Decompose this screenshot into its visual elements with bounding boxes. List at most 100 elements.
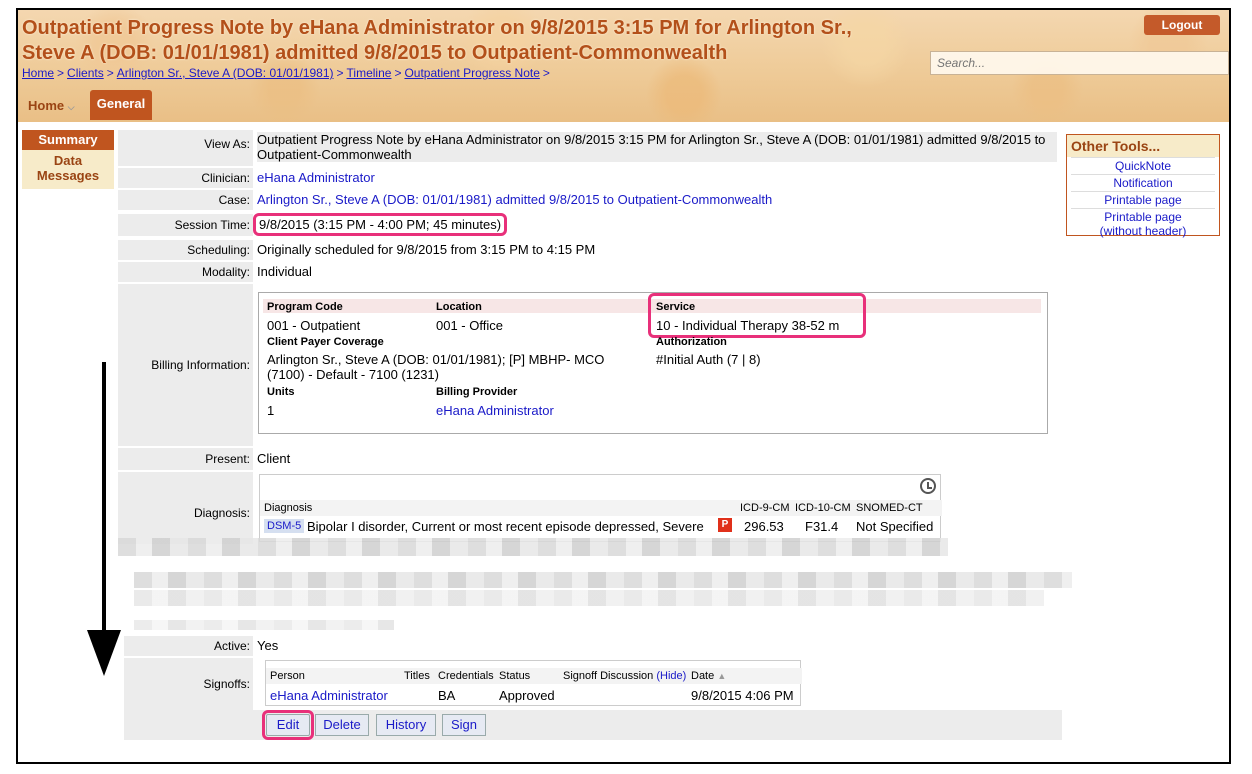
discussion-header-label: Signoff Discussion [563,670,654,682]
view-as-label: View As: [118,130,253,166]
hide-discussion-link[interactable]: (Hide) [656,670,686,682]
notification-link[interactable]: Notification [1071,174,1215,191]
annotation-arrow-head [87,630,121,676]
other-tools-title: Other Tools... [1067,135,1219,157]
service-value: 10 - Individual Therapy 38-52 m [656,318,840,333]
present-label: Present: [118,448,253,470]
units-header: Units [267,386,295,398]
sub-navigation: Summary Data Messages [22,130,114,189]
clinician-link[interactable]: eHana Administrator [257,170,375,185]
session-time-value: 9/8/2015 (3:15 PM - 4:00 PM; 45 minutes) [252,213,508,236]
active-value: Yes [257,638,279,653]
modality-label: Modality: [118,262,253,282]
date-header-label: Date [691,670,715,682]
breadcrumb-client[interactable]: Arlington Sr., Steve A (DOB: 01/01/1981) [117,66,334,80]
blurred-content [134,590,1044,606]
snomed-value: Not Specified [856,519,934,534]
diagnosis-col-header: Diagnosis [264,502,313,514]
session-time-row: Session Time: 9/8/2015 (3:15 PM - 4:00 P… [118,213,1062,236]
printable-page-no-header-sub: (without header) [1099,224,1187,238]
primary-badge: P [718,518,732,532]
breadcrumb: Home > Clients > Arlington Sr., Steve A (DOB… [22,66,550,80]
signoff-status: Approved [499,688,555,703]
nav-general-tab[interactable]: General [90,90,152,120]
history-button[interactable]: History [376,714,436,736]
search-input[interactable] [930,51,1229,75]
breadcrumb-home[interactable]: Home [22,66,54,80]
history-icon[interactable] [920,478,936,494]
program-code-value: 001 - Outpatient [267,318,361,333]
snomed-col-header: SNOMED-CT [856,502,923,514]
breadcrumb-timeline[interactable]: Timeline [347,66,392,80]
diagnosis-label: Diagnosis: [118,472,253,544]
status-col-header: Status [499,670,531,682]
person-col-header: Person [270,670,305,682]
page-header: Outpatient Progress Note by eHana Admini… [18,10,1229,122]
case-link[interactable]: Arlington Sr., Steve A (DOB: 01/01/1981)… [257,192,772,207]
breadcrumb-clients[interactable]: Clients [67,66,104,80]
date-col-header[interactable]: Date ▲ [691,670,726,682]
page-title-line1: Outpatient Progress Note by eHana Admini… [22,17,852,39]
billing-provider-header: Billing Provider [436,386,518,398]
blurred-content [118,538,948,556]
nav-home-menu[interactable]: Home ⌵ [22,94,81,118]
active-label: Active: [124,636,253,656]
blurred-content [134,620,394,630]
payer-value: Arlington Sr., Steve A (DOB: 01/01/1981)… [267,352,605,382]
icd10-col-header: ICD-10-CM [795,502,851,514]
breadcrumb-note[interactable]: Outpatient Progress Note [404,66,539,80]
printable-page-link[interactable]: Printable page [1071,191,1215,208]
location-header: Location [436,301,482,313]
active-row: Active: Yes [124,636,1062,656]
delete-button[interactable]: Delete [315,714,369,736]
icd10-value: F31.4 [805,519,839,534]
diagnosis-table: Diagnosis ICD-9-CM ICD-10-CM SNOMED-CT D… [259,474,942,542]
printable-page-no-header-link[interactable]: Printable page (without header) [1071,208,1215,239]
present-row: Present: Client [118,448,1062,470]
signoffs-table: Person Titles Credentials Status Signoff… [265,660,802,706]
service-highlight: Service 10 - Individual Therapy 38-52 m [648,293,866,338]
app-window: Outpatient Progress Note by eHana Admini… [16,8,1231,764]
icd9-col-header: ICD-9-CM [740,502,790,514]
scheduling-label: Scheduling: [118,240,253,260]
subnav-summary[interactable]: Summary [22,130,114,150]
quicknote-link[interactable]: QuickNote [1071,157,1215,174]
clinician-label: Clinician: [118,168,253,188]
page-title: Outpatient Progress Note by eHana Admini… [22,16,922,66]
dsm5-tag: DSM-5 [264,519,305,533]
present-value: Client [257,451,291,466]
signoff-credentials: BA [438,688,456,703]
diagnosis-name: Bipolar I disorder, Current or most rece… [307,519,704,534]
annotation-arrow [102,362,106,637]
subnav-data-messages[interactable]: Data Messages [33,150,103,183]
icd9-value: 296.53 [744,519,784,534]
sign-button[interactable]: Sign [442,714,486,736]
signoff-date: 9/8/2015 4:06 PM [691,688,794,703]
billing-label: Billing Information: [118,284,253,446]
logout-button[interactable]: Logout [1144,15,1220,35]
billing-table: Program Code 001 - Outpatient Location 0… [258,292,1048,434]
clinician-row: Clinician: eHana Administrator [118,168,1062,188]
view-as-value: Outpatient Progress Note by eHana Admini… [257,132,1057,162]
view-as-row: View As: Outpatient Progress Note by eHa… [118,130,1062,166]
blurred-content [134,572,1072,588]
page-title-line2: Steve A (DOB: 01/01/1981) admitted 9/8/2… [22,42,728,64]
authorization-value: #Initial Auth (7 | 8) [656,352,761,367]
edit-button[interactable]: Edit [262,710,314,740]
location-value: 001 - Office [436,318,503,333]
discussion-col-header: Signoff Discussion (Hide) [563,670,686,682]
modality-row: Modality: Individual [118,262,1062,282]
titles-col-header: Titles [404,670,430,682]
scheduling-value: Originally scheduled for 9/8/2015 from 3… [257,242,596,257]
nav-home-label: Home [28,98,65,113]
case-row: Case: Arlington Sr., Steve A (DOB: 01/01… [118,190,1062,210]
case-label: Case: [118,190,253,210]
credentials-col-header: Credentials [438,670,494,682]
service-header: Service [656,301,696,313]
signoff-person-link[interactable]: eHana Administrator [270,688,388,703]
signoffs-label: Signoffs: [124,658,253,710]
billing-provider-link[interactable]: eHana Administrator [436,403,554,418]
payer-header: Client Payer Coverage [267,336,384,348]
program-code-header: Program Code [267,301,343,313]
other-tools-panel: Other Tools... QuickNote Notification Pr… [1066,134,1220,239]
